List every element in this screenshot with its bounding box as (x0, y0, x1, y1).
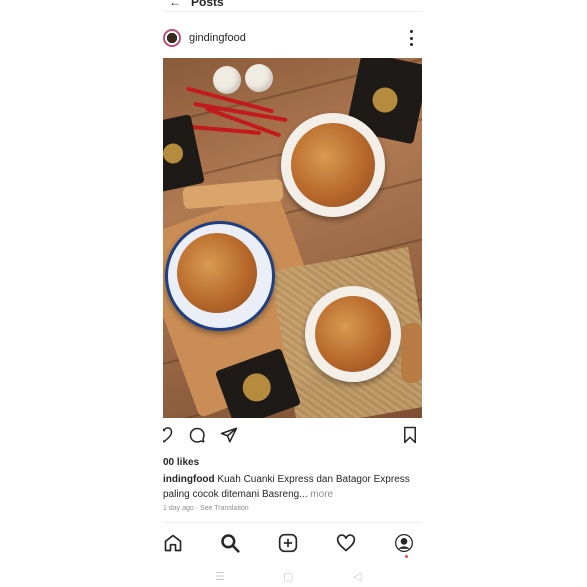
system-navigation-bar: ☰ ▢ ◁ (163, 566, 422, 587)
page-title: Posts (191, 0, 224, 9)
instagram-screen: ← Posts gindingfood 00 likes indingfood … (163, 0, 422, 587)
recent-apps-icon[interactable]: ☰ (215, 570, 225, 583)
post-header: gindingfood (163, 22, 422, 54)
likes-count[interactable]: 00 likes (163, 457, 199, 468)
notification-dot (405, 555, 408, 558)
more-options-icon[interactable] (406, 30, 416, 46)
avatar[interactable] (163, 29, 181, 47)
post-timestamp[interactable]: 1 day ago · See Translation (163, 505, 249, 512)
back-arrow-icon[interactable]: ← (169, 0, 181, 9)
search-icon[interactable] (220, 533, 240, 553)
post-username[interactable]: gindingfood (189, 32, 246, 44)
post-image[interactable] (163, 58, 422, 418)
activity-heart-icon[interactable] (336, 533, 356, 553)
home-button-icon[interactable]: ▢ (283, 570, 293, 583)
bottom-navigation (163, 522, 422, 565)
post-actions (163, 424, 422, 448)
comment-icon[interactable] (188, 426, 206, 444)
top-bar: ← Posts (163, 0, 422, 12)
profile-avatar-icon[interactable] (394, 533, 414, 553)
caption-username[interactable]: indingfood (163, 474, 215, 485)
back-button-icon[interactable]: ◁ (353, 570, 361, 583)
share-icon[interactable] (220, 426, 238, 444)
add-post-icon[interactable] (278, 533, 298, 553)
caption-more-link[interactable]: more (308, 489, 333, 500)
post-caption: indingfood Kuah Cuanki Express dan Batag… (163, 472, 418, 502)
home-icon[interactable] (163, 533, 183, 553)
heart-icon[interactable] (163, 426, 173, 444)
bookmark-icon[interactable] (401, 426, 419, 444)
